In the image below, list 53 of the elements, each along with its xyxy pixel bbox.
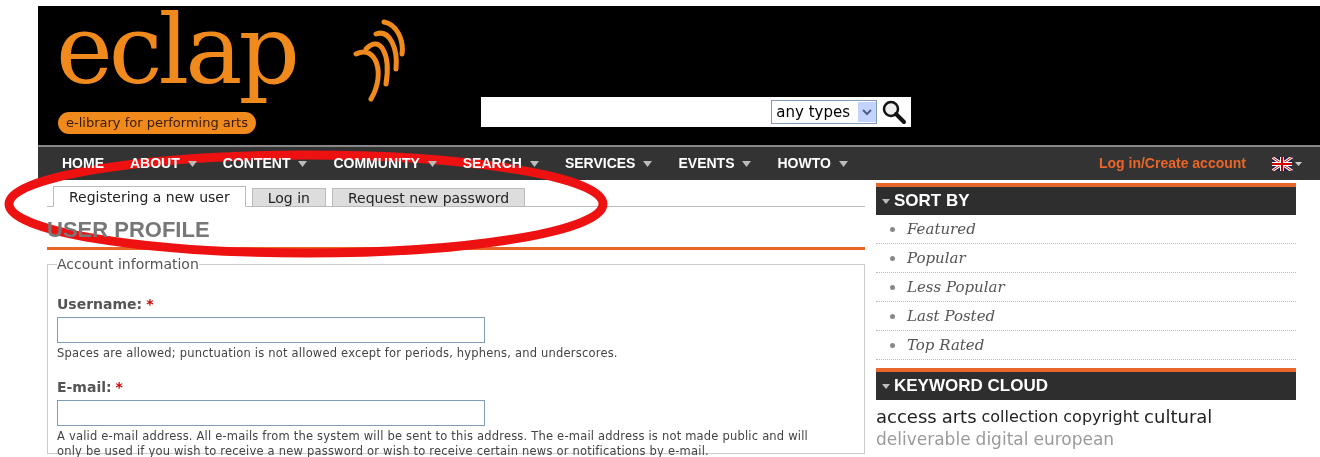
logo-wordmark: eclap (56, 0, 296, 108)
caret-icon (529, 160, 539, 167)
caret-icon (427, 160, 437, 167)
nav-item[interactable]: HOME (62, 153, 104, 174)
caret-icon (643, 160, 653, 167)
keyword-link[interactable]: arts (941, 406, 977, 428)
caret-icon (187, 160, 197, 167)
tab[interactable]: Registering a new user (53, 186, 246, 207)
nav-item[interactable]: EVENTS (678, 153, 752, 174)
chevron-down-icon (862, 108, 872, 116)
sort-link[interactable]: Popular (907, 246, 966, 270)
type-select[interactable]: any types (771, 100, 877, 124)
help-text: A valid e-mail address. All e-mails from the system will be sent to this address. The e-mail address is not made public and will only be used if you wish to receive a new password or wish to receive certain news or notifications by e-mail. (57, 429, 809, 457)
keyword-link[interactable]: cultural (1144, 406, 1213, 428)
field-label: Username: (57, 295, 143, 314)
help-text: Spaces are allowed; punctuation is not allowed except for periods, hyphens, and underscores. (57, 346, 619, 361)
sort-link[interactable]: Less Popular (907, 275, 1005, 299)
tab[interactable]: Request new password (331, 188, 526, 207)
sort-link[interactable]: Featured (907, 217, 976, 241)
caret-icon (882, 383, 890, 389)
input-field[interactable] (57, 317, 485, 343)
bullet-icon (890, 313, 895, 319)
input-field[interactable] (57, 400, 485, 426)
nav-item[interactable]: ABOUT (130, 153, 197, 174)
required-mark: * (115, 378, 123, 397)
field-label: E-mail: (57, 378, 112, 397)
login-link[interactable]: Log in/Create account (1098, 153, 1246, 174)
block-title: KEYWORD CLOUD (894, 375, 1048, 398)
bullet-icon (890, 342, 895, 348)
caret-icon (742, 160, 752, 167)
caret-icon (838, 160, 848, 167)
keyword-link[interactable]: copyright (1063, 406, 1140, 428)
caret-icon (882, 198, 890, 204)
search-icon[interactable] (881, 99, 907, 125)
logo-tagline: e-library for performing arts (58, 112, 256, 134)
block-title: SORT BY (894, 190, 970, 213)
keyword-link[interactable]: collection (981, 406, 1059, 428)
nav-item[interactable]: SERVICES (564, 153, 653, 174)
nav-item[interactable]: CONTENT (222, 153, 308, 174)
bullet-icon (890, 226, 895, 232)
bullet-icon (890, 255, 895, 261)
flag-icon[interactable] (1272, 156, 1302, 171)
fieldset-legend: Account information (57, 254, 199, 275)
nav-item[interactable]: COMMUNITY (333, 153, 437, 174)
caret-icon (298, 160, 308, 167)
nav-item[interactable]: SEARCH (462, 153, 539, 174)
tab[interactable]: Log in (251, 188, 326, 207)
sort-link[interactable]: Last Posted (907, 304, 996, 328)
required-mark: * (146, 295, 154, 314)
bullet-icon (890, 284, 895, 290)
keyword-link[interactable]: access (876, 406, 937, 428)
nav-item[interactable]: HOWTO (777, 153, 848, 174)
sort-link[interactable]: Top Rated (907, 333, 985, 357)
